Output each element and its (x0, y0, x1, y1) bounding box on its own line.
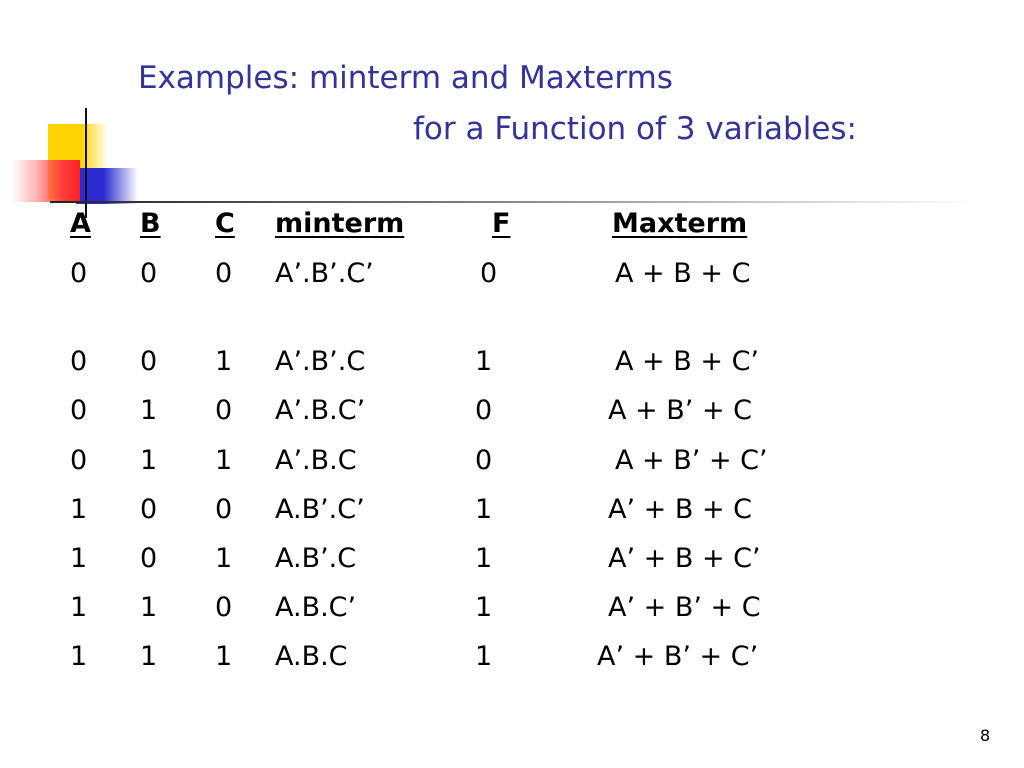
cell-f: 0 (475, 445, 493, 476)
cell-maxterm: A + B’ + C’ (615, 445, 768, 476)
cell-a: 0 (70, 445, 88, 476)
cell-maxterm: A + B + C (615, 258, 751, 289)
cell-minterm: A’.B.C (275, 445, 357, 476)
cell-b: 0 (140, 258, 158, 289)
cell-a: 1 (70, 543, 88, 574)
cell-minterm: A.B’.C (275, 543, 357, 574)
cell-f: 1 (475, 641, 493, 672)
cell-a: 1 (70, 641, 88, 672)
cell-maxterm: A’ + B’ + C’ (597, 641, 759, 672)
cell-maxterm: A’ + B’ + C (608, 592, 761, 623)
cell-c: 0 (215, 592, 233, 623)
cell-c: 1 (215, 346, 233, 377)
cell-minterm: A’.B’.C (275, 346, 366, 377)
cell-c: 1 (215, 543, 233, 574)
cell-minterm: A’.B’.C’ (275, 258, 374, 289)
cell-b: 1 (140, 592, 158, 623)
cell-f: 1 (475, 494, 493, 525)
cell-minterm: A.B.C’ (275, 592, 357, 623)
page-number: 8 (980, 726, 991, 745)
cell-c: 1 (215, 641, 233, 672)
cell-maxterm: A + B’ + C (608, 395, 753, 426)
cell-f: 0 (480, 258, 498, 289)
slide-title-line-2: for a Function of 3 variables: (413, 111, 858, 147)
slide-title-line-1: Examples: minterm and Maxterms (138, 60, 673, 96)
cell-minterm: A.B.C (275, 641, 348, 672)
cell-f: 1 (475, 346, 493, 377)
cell-a: 0 (70, 395, 88, 426)
cell-b: 1 (140, 395, 158, 426)
cell-b: 0 (140, 543, 158, 574)
header-maxterm: Maxterm (612, 208, 748, 239)
cell-f: 0 (475, 395, 493, 426)
header-b: B (140, 208, 161, 239)
header-c: C (215, 208, 235, 239)
cell-f: 1 (475, 543, 493, 574)
cell-maxterm: A’ + B + C (608, 494, 753, 525)
cell-a: 0 (70, 258, 88, 289)
cell-b: 0 (140, 494, 158, 525)
header-a: A (70, 208, 91, 239)
cell-minterm: A.B’.C’ (275, 494, 365, 525)
decorative-horizontal-rule (50, 201, 980, 203)
cell-maxterm: A + B + C’ (615, 346, 760, 377)
cell-a: 1 (70, 592, 88, 623)
cell-b: 0 (140, 346, 158, 377)
cell-b: 1 (140, 641, 158, 672)
cell-b: 1 (140, 445, 158, 476)
cell-a: 1 (70, 494, 88, 525)
header-minterm: minterm (275, 208, 405, 239)
cell-c: 0 (215, 258, 233, 289)
cell-f: 1 (475, 592, 493, 623)
cell-maxterm: A’ + B + C’ (608, 543, 761, 574)
header-f: F (492, 208, 511, 239)
cell-c: 1 (215, 445, 233, 476)
decorative-red-square (12, 160, 80, 202)
cell-c: 0 (215, 494, 233, 525)
cell-c: 0 (215, 395, 233, 426)
cell-minterm: A’.B.C’ (275, 395, 366, 426)
cell-a: 0 (70, 346, 88, 377)
